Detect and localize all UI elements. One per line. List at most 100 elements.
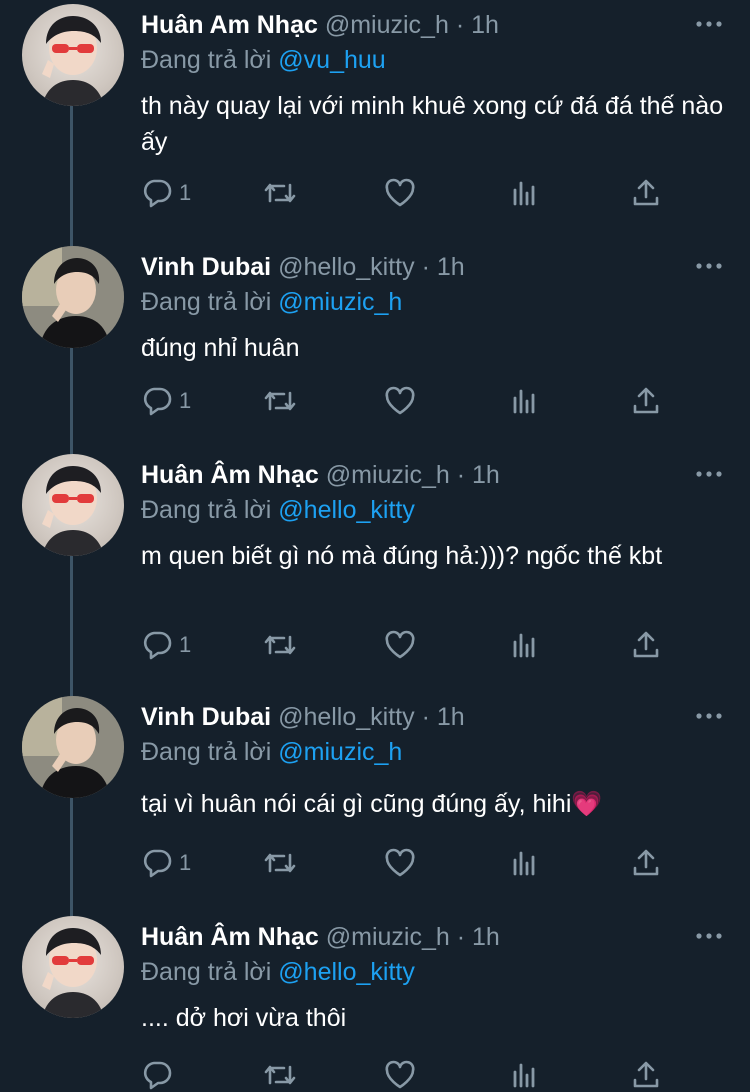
replying-to-label: Đang trả lời (141, 288, 272, 316)
like-button[interactable] (384, 628, 416, 662)
timestamp[interactable]: 1h (472, 461, 500, 489)
retweet-icon (263, 849, 297, 877)
share-icon (631, 178, 661, 208)
separator-dot: · (456, 461, 466, 489)
reply-icon (141, 386, 173, 416)
reply-count: 1 (179, 632, 192, 657)
like-button[interactable] (384, 846, 416, 880)
more-icon[interactable] (694, 254, 724, 278)
reply-icon (141, 848, 173, 878)
replying-to: Đang trả lời @miuzic_h (141, 736, 402, 768)
reply-count: 1 (179, 180, 192, 205)
tweet-header: Vinh Dubai @hello_kitty · 1h (141, 702, 465, 732)
share-icon (631, 1060, 661, 1090)
like-icon (384, 386, 416, 416)
separator-dot: · (456, 923, 466, 951)
share-button[interactable] (631, 628, 661, 662)
analytics-button[interactable] (509, 1058, 539, 1092)
avatar[interactable] (22, 4, 124, 106)
reply-icon (141, 1060, 173, 1090)
retweet-button[interactable] (263, 1058, 297, 1092)
action-bar (141, 1058, 731, 1092)
reply-button[interactable]: 1 (141, 846, 191, 880)
tweet-header: Huân Âm Nhạc @miuzic_h · 1h (141, 460, 500, 490)
share-icon (631, 848, 661, 878)
separator-dot: · (421, 703, 430, 731)
share-button[interactable] (631, 176, 661, 210)
retweet-button[interactable] (263, 628, 297, 662)
share-button[interactable] (631, 846, 661, 880)
user-handle[interactable]: @hello_kitty (278, 253, 415, 281)
analytics-button[interactable] (509, 384, 539, 418)
retweet-button[interactable] (263, 846, 297, 880)
like-button[interactable] (384, 176, 416, 210)
mention-link[interactable]: @miuzic_h (278, 288, 402, 316)
analytics-icon (509, 1060, 539, 1090)
retweet-icon (263, 179, 297, 207)
replying-to-label: Đang trả lời (141, 496, 272, 524)
tweet-text: m quen biết gì nó mà đúng hả:)))? ngốc t… (141, 542, 663, 570)
like-button[interactable] (384, 1058, 416, 1092)
analytics-button[interactable] (509, 846, 539, 880)
replying-to: Đang trả lời @miuzic_h (141, 286, 402, 318)
analytics-button[interactable] (509, 176, 539, 210)
tweet-header: Huân Am Nhạc @miuzic_h · 1h (141, 10, 499, 40)
share-button[interactable] (631, 384, 661, 418)
retweet-button[interactable] (263, 384, 297, 418)
replying-to: Đang trả lời @vu_huu (141, 44, 386, 76)
more-icon[interactable] (694, 462, 724, 486)
display-name[interactable]: Huân Âm Nhạc (141, 923, 319, 951)
share-icon (631, 630, 661, 660)
replying-to-label: Đang trả lời (141, 958, 272, 986)
more-icon[interactable] (694, 12, 724, 36)
avatar[interactable] (22, 696, 124, 798)
more-icon[interactable] (694, 924, 724, 948)
retweet-button[interactable] (263, 176, 297, 210)
avatar[interactable] (22, 246, 124, 348)
retweet-icon (263, 631, 297, 659)
action-bar: 1 (141, 176, 731, 210)
replying-to-label: Đang trả lời (141, 46, 272, 74)
retweet-icon (263, 387, 297, 415)
like-button[interactable] (384, 384, 416, 418)
user-handle[interactable]: @miuzic_h (326, 461, 450, 489)
display-name[interactable]: Vinh Dubai (141, 253, 271, 281)
tweet-text: đúng nhỉ huân (141, 334, 300, 362)
user-handle[interactable]: @miuzic_h (326, 923, 450, 951)
share-button[interactable] (631, 1058, 661, 1092)
mention-link[interactable]: @miuzic_h (278, 738, 402, 766)
reply-icon (141, 630, 173, 660)
user-handle[interactable]: @hello_kitty (278, 703, 415, 731)
reply-button[interactable]: 1 (141, 628, 191, 662)
display-name[interactable]: Huân Am Nhạc (141, 11, 318, 39)
action-bar: 1 (141, 384, 731, 418)
tweet-header: Huân Âm Nhạc @miuzic_h · 1h (141, 922, 500, 952)
separator-dot: · (421, 253, 430, 281)
analytics-icon (509, 178, 539, 208)
analytics-icon (509, 630, 539, 660)
timestamp[interactable]: 1h (471, 11, 499, 39)
avatar[interactable] (22, 916, 124, 1018)
timestamp[interactable]: 1h (437, 703, 465, 731)
replying-to: Đang trả lời @hello_kitty (141, 956, 415, 988)
display-name[interactable]: Huân Âm Nhạc (141, 461, 319, 489)
timestamp[interactable]: 1h (472, 923, 500, 951)
avatar[interactable] (22, 454, 124, 556)
mention-link[interactable]: @vu_huu (278, 46, 385, 74)
analytics-button[interactable] (509, 628, 539, 662)
user-handle[interactable]: @miuzic_h (325, 11, 449, 39)
more-icon[interactable] (694, 704, 724, 728)
mention-link[interactable]: @hello_kitty (278, 958, 415, 986)
reply-button[interactable]: 1 (141, 384, 191, 418)
reply-button[interactable]: 1 (141, 176, 191, 210)
tweet-text: th này quay lại với minh khuê xong cứ đá… (141, 92, 724, 156)
reply-icon (141, 178, 173, 208)
reply-count: 1 (179, 388, 192, 413)
separator-dot: · (455, 11, 465, 39)
replying-to-label: Đang trả lời (141, 738, 272, 766)
reply-button[interactable] (141, 1058, 179, 1092)
action-bar: 1 (141, 628, 731, 662)
mention-link[interactable]: @hello_kitty (278, 496, 415, 524)
timestamp[interactable]: 1h (437, 253, 465, 281)
display-name[interactable]: Vinh Dubai (141, 703, 271, 731)
